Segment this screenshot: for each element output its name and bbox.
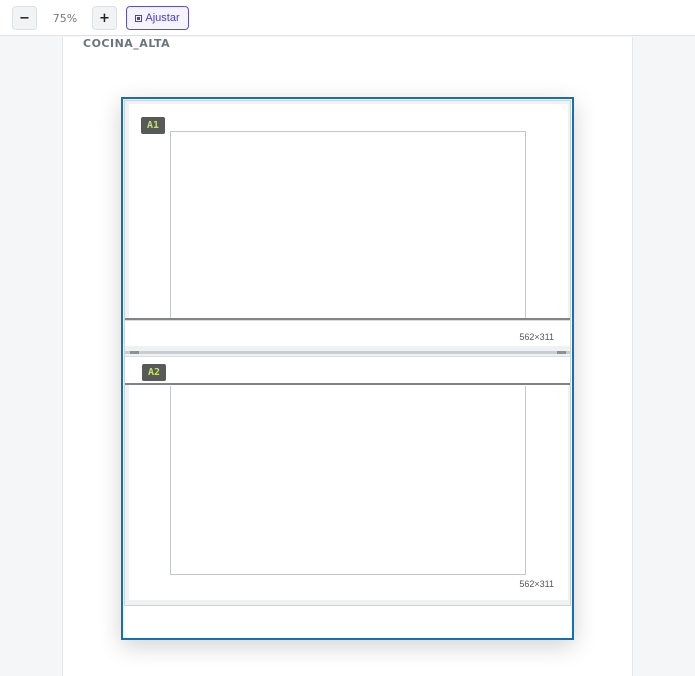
zone-title: COCINA_ALTA: [83, 37, 171, 50]
module-a2-panel[interactable]: [170, 386, 526, 575]
fit-button[interactable]: Ajustar: [126, 6, 189, 30]
zoom-level-readout: 75%: [52, 11, 78, 25]
zoom-out-button[interactable]: −: [12, 6, 37, 30]
zoom-toolbar: − 75% + Ajustar: [0, 0, 695, 36]
module-a2-header: [125, 356, 570, 385]
divider-handle-right[interactable]: [557, 351, 566, 354]
module-a2-shelf-rail: [125, 383, 570, 385]
module-a2-dimensions: 562×311: [519, 579, 554, 589]
fit-frame-icon: [135, 14, 143, 22]
module-a1-dimensions: 562×311: [519, 332, 554, 342]
fit-button-label: Ajustar: [145, 12, 180, 24]
zoom-in-button[interactable]: +: [92, 6, 117, 30]
module-a1-tag: A1: [141, 117, 165, 134]
divider-handle-left[interactable]: [130, 351, 139, 354]
module-a1-panel[interactable]: [170, 131, 526, 319]
module-divider[interactable]: [125, 351, 570, 354]
module-a1-footer: [125, 320, 570, 346]
module-a2-tag: A2: [142, 364, 166, 381]
